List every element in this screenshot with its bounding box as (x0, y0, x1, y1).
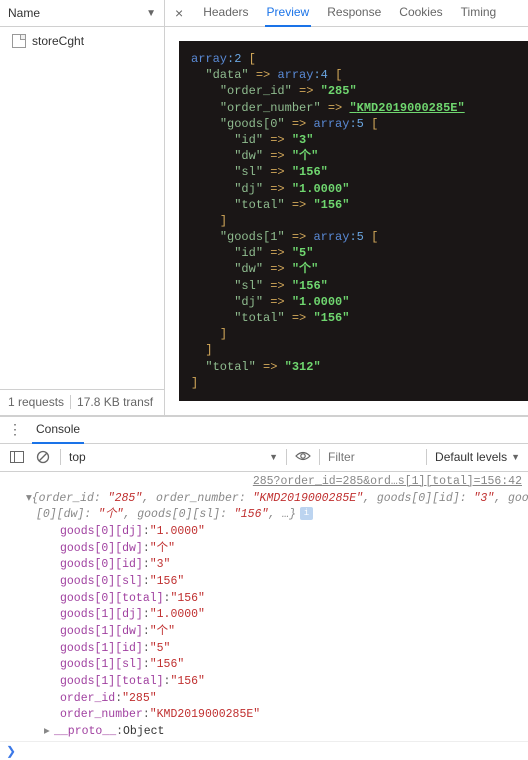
clear-console-icon[interactable] (34, 448, 52, 466)
tab-cookies[interactable]: Cookies (397, 0, 444, 27)
transfer-size: 17.8 KB transf (77, 395, 153, 409)
live-expression-icon[interactable] (295, 450, 311, 465)
property-row: goods[1][dw]: "个" (0, 624, 528, 641)
property-row: goods[1][sl]: "156" (0, 657, 528, 674)
console-toolbar: top ▼ Default levels ▼ (0, 444, 528, 472)
property-row: order_id: "285" (0, 691, 528, 708)
request-list: storeCght (0, 27, 164, 389)
divider (426, 449, 427, 465)
keyword-array: array (191, 52, 227, 66)
object-summary-row-2: [0][dw]: "个", goods[0][sl]: "156", …}i (0, 507, 528, 524)
property-row: order_number: "KMD2019000285E" (0, 707, 528, 724)
request-count: 1 requests (8, 395, 64, 409)
divider (319, 449, 320, 465)
context-selector[interactable]: top (69, 450, 86, 464)
console-header: ⋮ Console (0, 417, 528, 444)
network-pane: Name ▼ storeCght 1 requests 17.8 KB tran… (0, 0, 528, 416)
tab-timing[interactable]: Timing (459, 0, 499, 27)
close-icon[interactable]: × (171, 5, 187, 21)
expand-icon[interactable]: ▸ (44, 724, 54, 741)
toggle-sidebar-icon[interactable] (8, 448, 26, 466)
console-tab[interactable]: Console (32, 416, 84, 444)
status-bar: 1 requests 17.8 KB transf (0, 389, 164, 415)
detail-tabs: × Headers Preview Response Cookies Timin… (165, 0, 528, 27)
name-column-label: Name (8, 6, 40, 20)
detail-panel: × Headers Preview Response Cookies Timin… (165, 0, 528, 415)
request-item[interactable]: storeCght (0, 31, 164, 51)
divider (286, 449, 287, 465)
tab-response[interactable]: Response (325, 0, 383, 27)
prompt-chevron-icon: ❯ (6, 744, 16, 758)
tab-headers[interactable]: Headers (201, 0, 250, 27)
tab-preview[interactable]: Preview (265, 0, 312, 27)
log-levels-selector[interactable]: Default levels ▼ (435, 450, 520, 464)
chevron-down-icon: ▼ (146, 8, 156, 19)
chevron-down-icon: ▼ (511, 452, 520, 462)
property-row: goods[0][id]: "3" (0, 557, 528, 574)
property-row: goods[0][total]: "156" (0, 591, 528, 608)
console-prompt[interactable]: ❯ (0, 741, 528, 760)
response-preview[interactable]: array:2 [ "data" => array:4 [ "order_id"… (179, 41, 528, 401)
property-row: goods[1][id]: "5" (0, 641, 528, 658)
column-header[interactable]: Name ▼ (0, 0, 164, 27)
preview-body: array:2 [ "data" => array:4 [ "order_id"… (165, 27, 528, 415)
property-row: goods[0][dj]: "1.0000" (0, 524, 528, 541)
object-summary-row[interactable]: ▾{order_id: "285", order_number: "KMD201… (0, 491, 528, 508)
document-icon (12, 34, 26, 48)
request-list-panel: Name ▼ storeCght 1 requests 17.8 KB tran… (0, 0, 165, 415)
kebab-menu-icon[interactable]: ⋮ (8, 421, 22, 438)
property-row: goods[0][dw]: "个" (0, 541, 528, 558)
console-output[interactable]: 285?order_id=285&ord…s[1][total]=156:42 … (0, 472, 528, 741)
source-link[interactable]: 285?order_id=285&ord…s[1][total]=156:42 (0, 474, 528, 491)
proto-row[interactable]: ▸__proto__: Object (0, 724, 528, 741)
request-name: storeCght (32, 34, 84, 48)
info-badge-icon[interactable]: i (300, 507, 313, 520)
property-row: goods[1][dj]: "1.0000" (0, 607, 528, 624)
chevron-down-icon: ▼ (269, 452, 278, 462)
property-row: goods[0][sl]: "156" (0, 574, 528, 591)
divider (60, 449, 61, 465)
console-pane: ⋮ Console top ▼ Default levels ▼ 285?ord… (0, 416, 528, 760)
property-row: goods[1][total]: "156" (0, 674, 528, 691)
divider (70, 395, 71, 409)
filter-input[interactable] (328, 450, 418, 464)
